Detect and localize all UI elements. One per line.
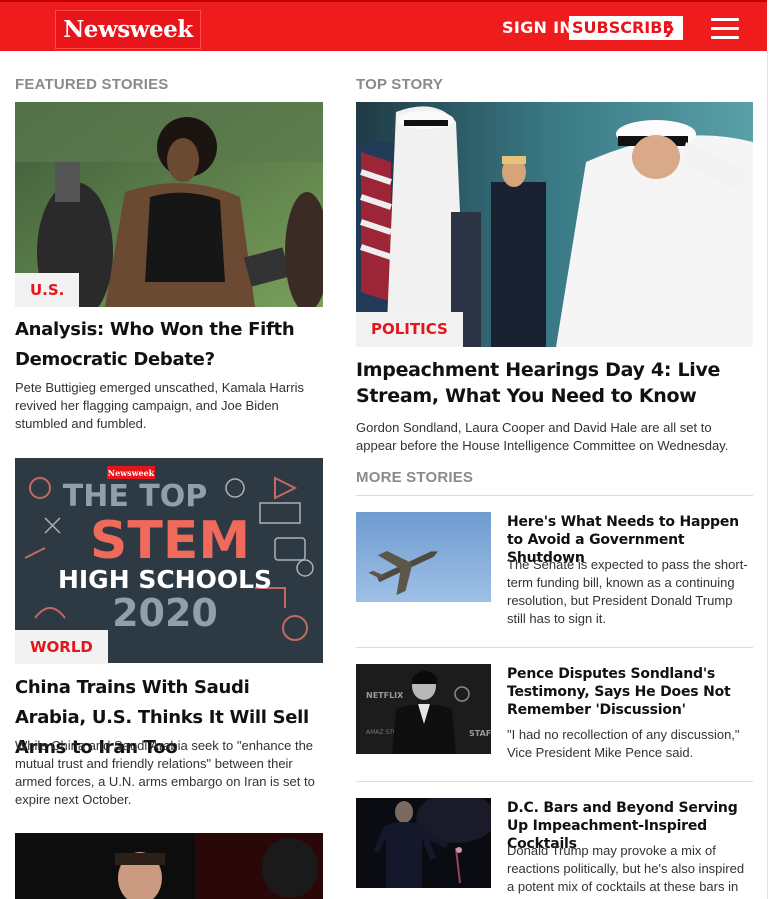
navy-ceremony-photo (356, 102, 753, 347)
category-tag-politics[interactable]: POLITICS (356, 312, 463, 347)
category-tag-us[interactable]: U.S. (15, 273, 80, 307)
top-story-summary: Gordon Sondland, Laura Cooper and David … (356, 420, 729, 453)
rally-photo (356, 798, 491, 888)
story-1-summary: The Senate is expected to pass the short… (356, 556, 748, 628)
hamburger-menu-icon[interactable] (711, 18, 739, 40)
red-carpet-photo: NETFLIX STAF AMAZ STUD (356, 664, 491, 754)
story-2-thumbnail[interactable]: NETFLIX STAF AMAZ STUD (356, 664, 491, 754)
graphic-line2: STEM (90, 511, 250, 571)
chevron-right-icon: ❯ (662, 18, 676, 37)
more-stories-divider (356, 495, 753, 496)
graphic-line1: THE TOP (63, 479, 207, 514)
debate-photo (15, 833, 323, 899)
top-story-image[interactable] (356, 102, 753, 347)
graphic-line4: 2020 (112, 591, 218, 635)
story-2-summary: "I had no recollection of any discussion… (507, 727, 740, 760)
site-header: Newsweek SIGN IN SUBSCRIBE ❯ (0, 0, 767, 51)
featured-story-1-summary: Pete Buttigieg emerged unscathed, Kamala… (15, 380, 305, 431)
graphic-brand: Newsweek (108, 468, 155, 478)
story-3-summary: Donald Trump may provoke a mix of reacti… (507, 843, 745, 894)
backdrop-text-left: NETFLIX (366, 691, 404, 700)
subscribe-button[interactable]: SUBSCRIBE ❯ (569, 16, 683, 40)
featured-stories-label: FEATURED STORIES (15, 76, 169, 93)
scroll-edge (767, 51, 768, 899)
more-stories-label: MORE STORIES (356, 469, 474, 486)
graphic-line3: HIGH SCHOOLS (58, 565, 272, 594)
story-divider-2 (356, 781, 753, 782)
backdrop-text-right: STAF (469, 729, 491, 738)
story-1-summary-text: The Senate is expected to pass the short… (507, 557, 748, 626)
subscribe-label: SUBSCRIBE (572, 18, 674, 37)
sign-in-link[interactable]: SIGN IN (502, 18, 573, 37)
story-divider-1 (356, 647, 753, 648)
featured-story-1-headline[interactable]: Analysis: Who Won the Fifth Democratic D… (15, 315, 315, 375)
top-story-label: TOP STORY (356, 76, 444, 93)
top-story-headline[interactable]: Impeachment Hearings Day 4: Live Stream,… (356, 357, 751, 409)
category-tag-world[interactable]: WORLD (15, 630, 108, 664)
featured-story-2-summary: While China and Saudi Arabia seek to "en… (15, 738, 315, 807)
story-2-headline[interactable]: Pence Disputes Sondland's Testimony, Say… (507, 665, 747, 719)
story-3-thumbnail[interactable] (356, 798, 491, 888)
featured-story-3-image[interactable] (15, 833, 323, 899)
newsweek-logo[interactable]: Newsweek (55, 10, 201, 49)
